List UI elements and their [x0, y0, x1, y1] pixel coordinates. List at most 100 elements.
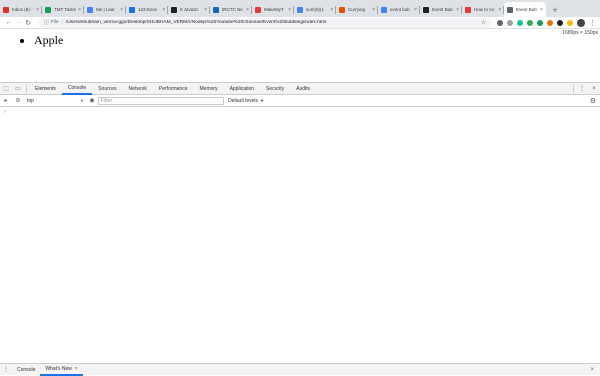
tab-label: Currying: [348, 7, 366, 12]
close-icon[interactable]: ×: [414, 7, 417, 13]
close-icon[interactable]: ×: [288, 7, 291, 13]
tab-application[interactable]: Application: [224, 83, 260, 95]
browser-tab[interactable]: Currying ×: [336, 2, 378, 17]
inspect-element-icon[interactable]: ⬚: [0, 85, 12, 92]
tab-console[interactable]: Console: [61, 83, 93, 95]
close-icon[interactable]: ×: [372, 7, 375, 13]
log-levels-dropdown[interactable]: Default levels ▼: [228, 98, 264, 104]
browser-tab[interactable]: sum(5)(1 ×: [294, 2, 336, 17]
browser-tab[interactable]: Me | Lear ×: [84, 2, 126, 17]
browser-tab[interactable]: 123-Esse ×: [126, 2, 168, 17]
extension-icon[interactable]: [497, 19, 504, 26]
site-icon: [465, 6, 471, 13]
tab-label: IRCTC Ne: [222, 7, 243, 12]
address-bar[interactable]: ⓘ File | /Users/shubham_verma-ggn/Deskto…: [38, 17, 492, 28]
tab-security[interactable]: Security: [260, 83, 290, 95]
clear-console-icon[interactable]: ⊘: [12, 97, 24, 104]
browser-tab[interactable]: 9 JavaSc ×: [168, 2, 210, 17]
tab-audits[interactable]: Audits: [290, 83, 316, 95]
drawer-tab-console[interactable]: Console: [12, 364, 40, 376]
makemytrip-icon: [255, 6, 261, 13]
extension-icon[interactable]: [517, 19, 524, 26]
divider: [26, 84, 27, 93]
levels-label: Default levels: [228, 97, 259, 104]
close-icon[interactable]: ×: [246, 7, 249, 13]
extension-icon[interactable]: [527, 19, 534, 26]
extension-icon[interactable]: [557, 19, 564, 26]
gear-icon[interactable]: ⚙: [590, 97, 596, 105]
close-icon[interactable]: ×: [36, 7, 39, 13]
bookmark-star-icon[interactable]: ☆: [481, 19, 486, 26]
close-icon[interactable]: ×: [204, 7, 207, 13]
drawer-menu-icon[interactable]: ⋮: [0, 366, 12, 373]
tab-label: Event Bub: [516, 7, 537, 12]
tab-strip: Inbox (8) - × TMT Tasks × Me | Lear × 123-E…: [0, 0, 600, 17]
tab-memory[interactable]: Memory: [194, 83, 224, 95]
extension-icon[interactable]: [537, 19, 544, 26]
browser-tab[interactable]: MakeMyT ×: [252, 2, 294, 17]
console-output[interactable]: ›: [0, 107, 600, 363]
browser-tab[interactable]: event bub ×: [378, 2, 420, 17]
browser-toolbar: ← → ↻ ⓘ File | /Users/shubham_verma-ggn/…: [0, 17, 600, 29]
tab-network[interactable]: Network: [123, 83, 153, 95]
context-label: top: [27, 97, 34, 104]
tab-label: How to Ac: [474, 7, 495, 12]
reload-button[interactable]: ↻: [23, 19, 33, 27]
tab-elements[interactable]: Elements: [29, 83, 62, 95]
browser-tab[interactable]: IRCTC Ne ×: [210, 2, 252, 17]
extension-icon[interactable]: [567, 19, 574, 26]
info-icon[interactable]: ⓘ: [44, 19, 49, 26]
browser-tab-active[interactable]: Event Bub ×: [504, 2, 546, 17]
tab-label: sum(5)(1: [306, 7, 325, 12]
close-icon[interactable]: ×: [456, 7, 459, 13]
extension-icon[interactable]: [547, 19, 554, 26]
console-sidebar-icon[interactable]: ▸: [0, 97, 12, 104]
site-icon: [339, 6, 345, 13]
medium-icon: [171, 6, 177, 13]
execution-context-select[interactable]: top ▼: [24, 98, 86, 104]
google-icon: [297, 6, 303, 13]
globe-icon: [507, 6, 513, 13]
console-filterbar: ▸ ⊘ top ▼ ◉ Filter Default levels ▼ ⚙: [0, 95, 600, 107]
device-toolbar-icon[interactable]: ▭: [12, 85, 24, 92]
tab-label: Me | Lear: [96, 7, 115, 12]
site-icon: [87, 6, 93, 13]
filter-placeholder: Filter: [101, 97, 113, 104]
live-expression-eye-icon[interactable]: ◉: [86, 97, 98, 104]
chevron-down-icon: ▼: [260, 98, 264, 103]
back-button[interactable]: ←: [4, 19, 14, 26]
extension-icon[interactable]: [507, 19, 514, 26]
close-icon[interactable]: ×: [162, 7, 165, 13]
google-icon: [381, 6, 387, 13]
chevron-down-icon: ▼: [80, 98, 84, 103]
devtools-tabbar-right: ⋮ ×: [571, 84, 600, 93]
list-item[interactable]: Apple: [34, 33, 63, 48]
gmail-icon: [3, 6, 9, 13]
console-prompt[interactable]: ›: [4, 109, 6, 115]
browser-tab[interactable]: How to Ac ×: [462, 2, 504, 17]
browser-tab[interactable]: Inbox (8) - ×: [0, 2, 42, 17]
close-icon[interactable]: ×: [498, 7, 501, 13]
drawer-tab-whats-new[interactable]: What's New ×: [40, 364, 83, 376]
tab-sources[interactable]: Sources: [92, 83, 122, 95]
new-tab-button[interactable]: +: [548, 2, 562, 17]
browser-tab[interactable]: Event Bub ×: [420, 2, 462, 17]
close-drawer-icon[interactable]: ×: [590, 367, 594, 373]
avatar[interactable]: [577, 18, 586, 27]
forward-button[interactable]: →: [14, 19, 24, 26]
close-icon[interactable]: ×: [120, 7, 123, 13]
filter-input[interactable]: Filter: [98, 96, 224, 105]
url-text[interactable]: /Users/shubham_verma-ggn/Desktop/SHUBHAM…: [66, 20, 326, 25]
close-icon[interactable]: ×: [78, 7, 81, 13]
tab-performance[interactable]: Performance: [153, 83, 194, 95]
devtools-menu-icon[interactable]: ⋮: [576, 85, 588, 92]
close-icon[interactable]: ×: [540, 7, 543, 13]
close-icon[interactable]: ×: [75, 366, 78, 372]
devtools-panel: ⬚ ▭ Elements Console Sources Network Per…: [0, 82, 600, 376]
browser-tab[interactable]: TMT Tasks ×: [42, 2, 84, 17]
file-scheme-label: File: [50, 20, 59, 25]
close-icon[interactable]: ×: [330, 7, 333, 13]
close-devtools-icon[interactable]: ×: [588, 86, 600, 92]
page-viewport: Apple 1680px × 150px: [0, 29, 600, 82]
browser-menu-icon[interactable]: ⋮: [589, 19, 596, 27]
